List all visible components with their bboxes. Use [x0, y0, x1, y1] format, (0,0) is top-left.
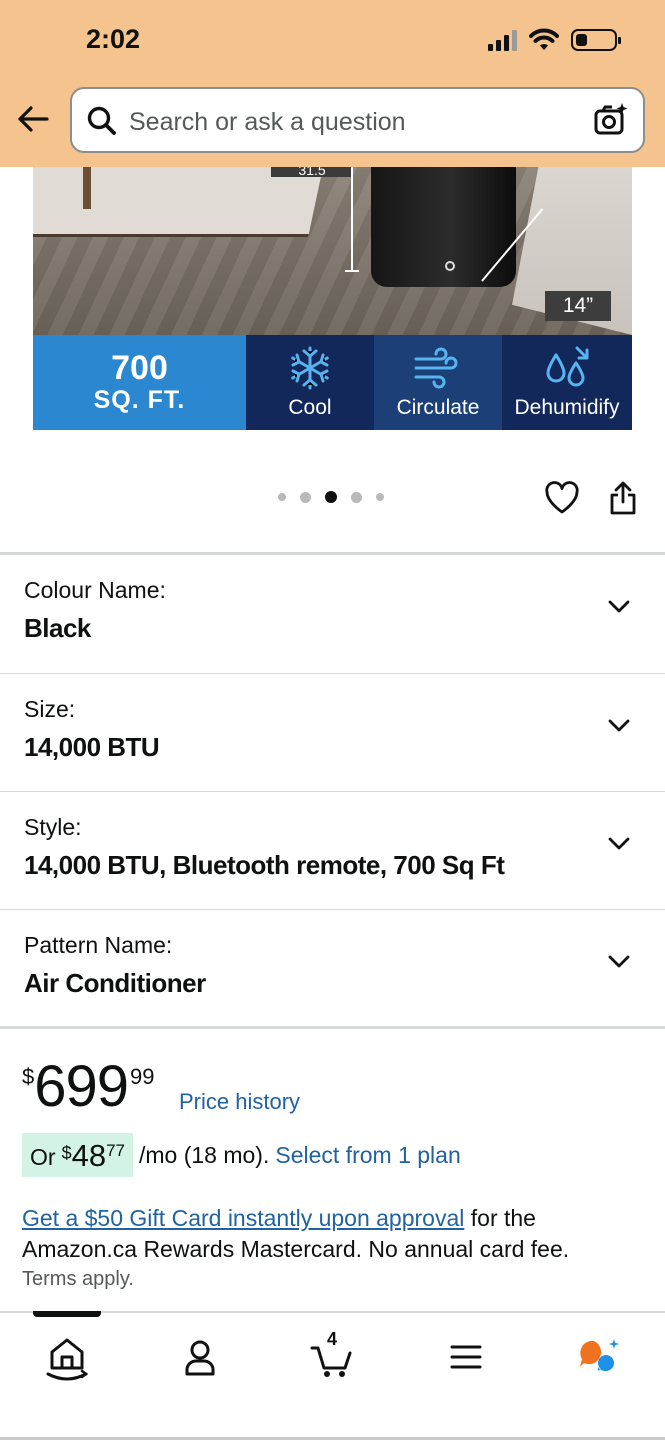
cart-count: 4 [326, 1329, 337, 1349]
add-to-wishlist-button[interactable] [544, 481, 580, 520]
nav-home[interactable] [37, 1327, 97, 1387]
top-header: 2:02 Search or ask a question [0, 0, 665, 167]
account-icon [185, 1340, 215, 1376]
feature-circulate: Circulate [374, 335, 502, 430]
battery-icon [571, 29, 621, 51]
variation-size[interactable]: Size: 14,000 BTU [0, 673, 665, 791]
search-placeholder: Search or ask a question [129, 108, 406, 136]
heart-icon [545, 481, 579, 514]
chevron-down-icon [608, 955, 630, 968]
installment-badge: Or $ 48 77 [22, 1133, 133, 1177]
feature-circulate-label: Circulate [396, 396, 480, 419]
installment-term: /mo (18 mo). [138, 1141, 270, 1168]
status-time: 2:02 [86, 24, 141, 54]
price-symbol: $ [22, 1064, 35, 1089]
feature-dehumidify: Dehumidify [502, 335, 632, 430]
price: $ 699 99 [22, 1052, 155, 1122]
variation-value: 14,000 BTU [24, 732, 160, 762]
variation-label: Style: [24, 814, 82, 840]
search-icon [87, 106, 116, 135]
camera-sparkle-icon [594, 103, 628, 135]
carousel-dot[interactable] [351, 491, 362, 503]
menu-icon [450, 1345, 482, 1369]
variation-label: Size: [24, 696, 76, 722]
chevron-down-icon [608, 719, 630, 732]
rufus-ai-icon [580, 1339, 619, 1371]
bottom-navigation: 4 [0, 1311, 665, 1440]
installment-symbol: $ [61, 1143, 72, 1163]
carousel-pagination [278, 491, 384, 503]
select-plan-link[interactable]: Select from 1 plan [275, 1142, 460, 1169]
feature-cool-label: Cool [288, 396, 332, 419]
wifi-icon [529, 28, 559, 50]
variation-value: Air Conditioner [24, 968, 206, 998]
feature-bar: 700 SQ. FT. Cool Circulate Dehumidify [33, 335, 632, 430]
gift-card-offer-link[interactable]: Get a $50 Gift Card instantly upon appro… [22, 1205, 464, 1231]
depth-dimension-tag: 14” [545, 291, 611, 321]
variation-style[interactable]: Style: 14,000 BTU, Bluetooth remote, 700… [0, 791, 665, 909]
feature-dehumidify-label: Dehumidify [514, 396, 620, 419]
air-conditioner-unit [371, 167, 516, 287]
variation-value: Black [24, 613, 91, 643]
installment-whole: 48 [71, 1138, 107, 1173]
carousel-dot[interactable] [278, 493, 286, 501]
visual-search-button[interactable] [593, 102, 629, 143]
back-button[interactable] [16, 104, 56, 140]
product-photo: 31.5 14” [33, 167, 632, 335]
price-whole: 699 [34, 1054, 129, 1119]
installment-offer: Or $ 48 77 /mo (18 mo). Select from 1 pl… [22, 1133, 461, 1177]
height-dimension-tag: 31.5 [271, 167, 353, 177]
nav-rufus-ai[interactable] [568, 1327, 628, 1387]
variation-label: Colour Name: [24, 577, 166, 603]
active-tab-indicator [33, 1311, 101, 1317]
wind-icon [414, 347, 458, 389]
installment-fraction: 77 [106, 1141, 125, 1160]
price-fraction: 99 [130, 1064, 155, 1089]
carousel-dot[interactable] [300, 491, 311, 503]
nav-menu[interactable] [436, 1327, 496, 1387]
coverage-area-badge: 700 SQ. FT. [33, 335, 246, 430]
variation-value: 14,000 BTU, Bluetooth remote, 700 Sq Ft [24, 850, 505, 880]
status-icons [488, 28, 621, 52]
product-image[interactable]: 31.5 14” 700 SQ. FT. Cool Circulate Dehu… [33, 167, 632, 430]
coverage-area-value: 700 [111, 349, 168, 387]
variation-pattern-name[interactable]: Pattern Name: Air Conditioner [0, 909, 665, 1027]
home-icon [46, 1338, 89, 1381]
credit-card-promo: Get a $50 Gift Card instantly upon appro… [22, 1203, 642, 1265]
nav-account[interactable] [170, 1327, 230, 1387]
search-input[interactable]: Search or ask a question [70, 87, 645, 153]
snowflake-icon [291, 346, 329, 390]
share-icon [610, 481, 636, 515]
water-drops-icon [546, 346, 589, 387]
cellular-signal-icon [488, 29, 517, 51]
arrow-left-icon [18, 106, 49, 132]
variation-colour-name[interactable]: Colour Name: Black [0, 552, 665, 670]
variation-label: Pattern Name: [24, 932, 173, 958]
section-divider [0, 1026, 665, 1029]
chevron-down-icon [608, 600, 630, 613]
terms-text: Terms apply. [22, 1268, 134, 1290]
carousel-dot-active[interactable] [325, 491, 337, 503]
chevron-down-icon [608, 837, 630, 850]
height-dimension-line [345, 167, 359, 272]
nav-cart[interactable]: 4 [302, 1327, 362, 1387]
price-history-link[interactable]: Price history [179, 1089, 300, 1115]
share-button[interactable] [608, 480, 638, 521]
feature-cool: Cool [246, 335, 374, 430]
carousel-dot[interactable] [376, 493, 384, 501]
rug-graphic [33, 167, 324, 237]
installment-prefix: Or [30, 1144, 56, 1170]
coverage-area-unit: SQ. FT. [93, 386, 186, 414]
